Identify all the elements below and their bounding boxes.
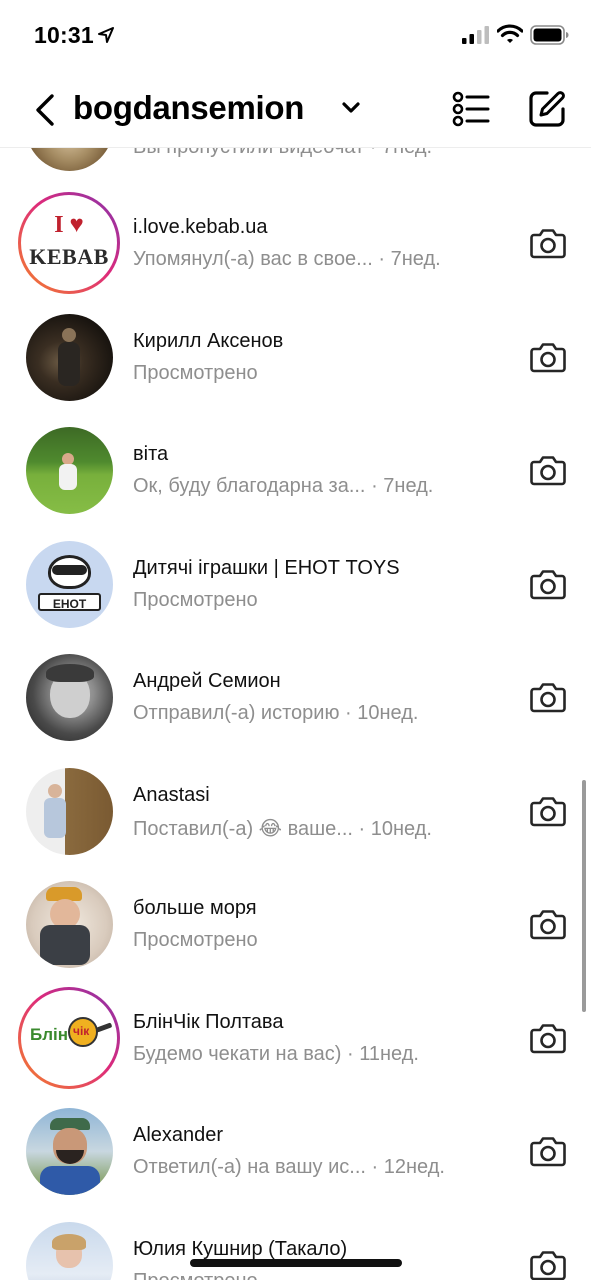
thread-row[interactable]: Кирилл Аксенов Просмотрено: [0, 306, 591, 419]
avatar: [26, 148, 113, 171]
avatar: [26, 881, 113, 968]
avatar: [26, 768, 113, 855]
thread-row[interactable]: Андрей Семион Отправил(-а) историю · 10н…: [0, 646, 591, 759]
avatar-story-ring[interactable]: I ♥ KEBAB: [18, 192, 120, 294]
avatar: [26, 1222, 113, 1280]
camera-icon[interactable]: [530, 795, 566, 827]
thread-preview: Будемо чекати на вас) · 11нед.: [133, 1043, 419, 1065]
status-bar: 10:31: [0, 0, 591, 70]
camera-icon[interactable]: [530, 454, 566, 486]
thread-row[interactable]: I ♥ KEBAB i.love.kebab.ua Упомянул(-а) в…: [0, 192, 591, 305]
home-indicator[interactable]: [190, 1259, 402, 1267]
camera-icon[interactable]: [530, 1249, 566, 1280]
avatar: ЕНОТ: [26, 541, 113, 628]
list-icon[interactable]: [452, 90, 490, 128]
avatar-logo-text: Блін: [30, 1025, 69, 1044]
thread-row[interactable]: больше моря Просмотрено: [0, 873, 591, 986]
thread-preview: Просмотрено: [133, 1270, 258, 1280]
camera-icon[interactable]: [530, 1135, 566, 1167]
avatar-logo-text: чік: [73, 1024, 90, 1038]
avatar-logo-text: KEBAB: [29, 244, 109, 269]
thread-preview: Просмотрено: [133, 929, 258, 951]
thread-preview: Упомянул(-а) вас в свое... · 7нед.: [133, 248, 441, 270]
camera-icon[interactable]: [530, 227, 566, 259]
avatar-story-ring[interactable]: Блін чік: [18, 987, 120, 1089]
avatar: [26, 654, 113, 741]
thread-name: Дитячі іграшки | ЕНОТ TOYS: [133, 557, 400, 579]
thread-name: Alexander: [133, 1124, 224, 1146]
camera-icon[interactable]: [530, 908, 566, 940]
thread-name: віта: [133, 443, 169, 465]
thread-preview: Ответил(-а) на вашу ис... · 12нед.: [133, 1156, 445, 1178]
thread-preview: Ок, буду благодарна за... · 7нед.: [133, 475, 434, 497]
battery-icon: [530, 25, 569, 45]
thread-name: Кирилл Аксенов: [133, 330, 284, 352]
avatar: [26, 1108, 113, 1195]
thread-preview: Отправил(-а) историю · 10нед.: [133, 702, 419, 724]
thread-row[interactable]: Anastasi Поставил(-а) 😂 ваше... · 10нед.: [0, 760, 591, 873]
thread-list[interactable]: Вы пропустили видеочат · 7нед. I ♥ KEBAB…: [0, 148, 591, 1280]
thread-name: Юлия Кушнир (Такало): [133, 1238, 348, 1260]
chevron-left-icon[interactable]: [30, 92, 58, 128]
thread-row[interactable]: ЕНОТ Дитячі іграшки | ЕНОТ TOYS Просмотр…: [0, 533, 591, 646]
camera-icon[interactable]: [530, 681, 566, 713]
compose-icon[interactable]: [527, 89, 567, 129]
cellular-signal-icon: [462, 26, 489, 44]
thread-name: i.love.kebab.ua: [133, 216, 268, 238]
avatar: I ♥ KEBAB: [21, 195, 117, 291]
account-username[interactable]: bogdansemion: [73, 89, 304, 127]
camera-icon[interactable]: [530, 341, 566, 373]
thread-preview: Поставил(-а) 😂 ваше... · 10нед.: [133, 818, 432, 840]
thread-row-partial[interactable]: Вы пропустили видеочат · 7нед.: [0, 148, 591, 189]
camera-icon[interactable]: [530, 568, 566, 600]
avatar: Блін чік: [21, 990, 117, 1086]
thread-preview: Просмотрено: [133, 589, 258, 611]
thread-name: Anastasi: [133, 784, 210, 806]
thread-name: БлінЧік Полтава: [133, 1011, 284, 1033]
avatar: [26, 314, 113, 401]
thread-preview: Просмотрено: [133, 362, 258, 384]
scrollbar[interactable]: [582, 780, 586, 1012]
avatar-logo-text: ЕНОТ: [38, 593, 101, 611]
thread-preview: Вы пропустили видеочат · 7нед.: [133, 148, 432, 159]
status-time: 10:31: [34, 22, 94, 48]
camera-icon[interactable]: [530, 1022, 566, 1054]
wifi-icon: [497, 24, 523, 43]
thread-row[interactable]: Alexander Ответил(-а) на вашу ис... · 12…: [0, 1100, 591, 1213]
thread-row[interactable]: Блін чік БлінЧік Полтава Будемо чекати н…: [0, 987, 591, 1100]
chevron-down-icon[interactable]: [341, 101, 361, 115]
location-arrow-icon: [98, 27, 114, 43]
thread-name: Андрей Семион: [133, 670, 281, 692]
avatar: [26, 427, 113, 514]
thread-name: больше моря: [133, 897, 257, 919]
avatar-logo-text: I ♥: [54, 212, 84, 238]
thread-row[interactable]: віта Ок, буду благодарна за... · 7нед.: [0, 419, 591, 532]
inbox-header: bogdansemion: [0, 70, 591, 148]
thread-row[interactable]: Юлия Кушнир (Такало) Просмотрено: [0, 1214, 591, 1280]
